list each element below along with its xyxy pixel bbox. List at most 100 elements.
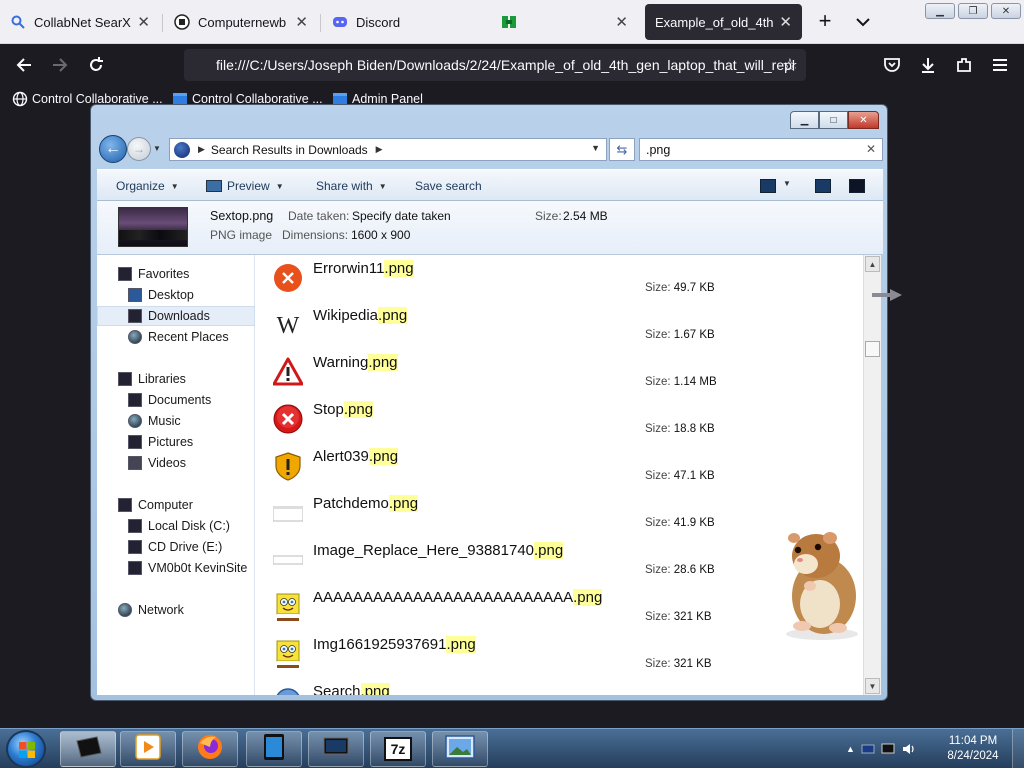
list-item[interactable]: Stop.png Size: 18.8 KB (255, 398, 863, 445)
show-desktop-button[interactable] (1012, 729, 1024, 768)
forward-button[interactable] (46, 51, 74, 79)
list-item[interactable]: W Wikipedia.png Size: 1.67 KB (255, 304, 863, 351)
tab-computernewb[interactable]: Computernewb Wiki ✕ (164, 4, 318, 40)
breadcrumb-arrow-icon[interactable]: ▶ (198, 144, 205, 155)
list-item[interactable]: Img1661925937691.png Size: 321 KB (255, 633, 863, 680)
new-tab-button[interactable]: + (812, 8, 838, 36)
url-bar[interactable]: file:///C:/Users/Joseph Biden/Downloads/… (184, 49, 806, 81)
download-icon[interactable] (914, 51, 942, 79)
close-icon[interactable]: ✕ (137, 13, 150, 31)
error-circle-icon (273, 263, 303, 293)
list-item[interactable]: Image_Replace_Here_93881740.png Size: 28… (255, 539, 863, 586)
menu-icon[interactable] (986, 51, 1014, 79)
taskbar-tablet[interactable] (246, 731, 302, 767)
share-with-button[interactable]: Share with ▼ (316, 179, 387, 193)
tab-active-image[interactable]: Example_of_old_4th_gen_laptop ✕ (645, 4, 802, 40)
file-name: Search.png (313, 683, 390, 695)
address-text[interactable]: Search Results in Downloads (211, 143, 368, 157)
reload-button[interactable] (82, 51, 110, 79)
sidebar-item-network[interactable]: Network (97, 600, 255, 620)
maximize-button[interactable]: □ (819, 111, 848, 129)
volume-icon[interactable] (901, 742, 915, 756)
list-item[interactable]: Errorwin11.png Size: 49.7 KB (255, 257, 863, 304)
sidebar-item-videos[interactable]: Videos (97, 453, 255, 473)
taskbar-clock[interactable]: 11:04 PM 8/24/2024 (938, 734, 1008, 764)
sidebar-item-music[interactable]: Music (97, 411, 255, 431)
tab-searxng[interactable]: CollabNet SearXNG ✕ (0, 4, 160, 40)
show-hidden-icons-button[interactable]: ▲ (846, 744, 855, 754)
view-dropdown[interactable]: ▼ (783, 179, 791, 188)
details-pane: Sextop.png PNG image Date taken: Specify… (97, 201, 883, 255)
taskbar-terminal[interactable] (60, 731, 116, 767)
recent-pages-dropdown[interactable]: ▼ (153, 144, 161, 153)
sidebar-item-pictures[interactable]: Pictures (97, 432, 255, 452)
scroll-up-button[interactable]: ▲ (865, 256, 880, 272)
scroll-down-button[interactable]: ▼ (865, 678, 880, 694)
file-name: Image_Replace_Here_93881740.png (313, 542, 564, 559)
back-button[interactable] (10, 51, 38, 79)
start-button[interactable] (6, 730, 46, 768)
explorer-forward-button[interactable]: → (127, 137, 151, 161)
arrow-right-icon (872, 288, 904, 301)
close-button[interactable]: ✕ (848, 111, 879, 129)
taskbar-display[interactable] (308, 731, 364, 767)
close-icon[interactable]: ✕ (295, 13, 308, 31)
chevron-down-icon[interactable] (852, 12, 874, 32)
minimize-button[interactable]: ▁ (790, 111, 819, 129)
desktop-icon (128, 288, 142, 302)
network-drive-icon (128, 561, 142, 575)
url-text[interactable]: file:///C:/Users/Joseph Biden/Downloads/… (216, 57, 796, 73)
explorer-back-button[interactable]: ← (99, 135, 127, 163)
search-input[interactable]: .png ✕ (639, 138, 883, 161)
taskbar: 7z ▲ 11:04 PM 8/24/2024 (0, 728, 1024, 768)
sidebar-item-computer[interactable]: Computer (97, 495, 255, 515)
sidebar-item-documents[interactable]: Documents (97, 390, 255, 410)
tab-loading[interactable]: ✕ (480, 4, 638, 40)
browser-nav-bar: file:///C:/Users/Joseph Biden/Downloads/… (0, 44, 1024, 86)
sidebar-item-vm-drive[interactable]: VM0b0t KevinSite (97, 558, 255, 578)
tab-discord[interactable]: Discord (322, 4, 472, 40)
scrollbar-thumb[interactable] (865, 341, 880, 357)
list-item[interactable]: Alert039.png Size: 47.1 KB (255, 445, 863, 492)
clear-search-icon[interactable]: ✕ (866, 142, 876, 156)
network-tray-icon[interactable] (861, 742, 875, 756)
preview-button[interactable]: Preview ▼ (206, 179, 284, 193)
sidebar-item-favorites[interactable]: Favorites (97, 264, 255, 284)
sidebar-item-libraries[interactable]: Libraries (97, 369, 255, 389)
taskbar-7zip[interactable]: 7z (370, 731, 426, 767)
close-icon[interactable]: ✕ (615, 13, 628, 31)
downloads-icon (128, 309, 142, 323)
taskbar-media-player[interactable] (120, 731, 176, 767)
close-icon[interactable]: ✕ (779, 13, 792, 31)
bookmark-star-icon[interactable]: ☆ (780, 55, 800, 75)
search-query[interactable]: .png (646, 143, 670, 157)
sidebar-item-downloads[interactable]: Downloads (97, 306, 255, 326)
refresh-button[interactable]: ⇆ (609, 138, 635, 161)
restore-button[interactable]: ❐ (958, 3, 988, 19)
list-item[interactable]: AAAAAAAAAAAAAAAAAAAAAAAAAA.png Size: 321… (255, 586, 863, 633)
list-item[interactable]: Search.png (255, 680, 863, 695)
close-window-button[interactable]: ✕ (991, 3, 1021, 19)
address-dropdown-icon[interactable]: ▼ (591, 143, 600, 153)
sidebar-item-recent-places[interactable]: Recent Places (97, 327, 255, 347)
change-view-icon[interactable] (760, 179, 776, 193)
address-bar[interactable]: ▶ Search Results in Downloads ▶ ▼ (169, 138, 607, 161)
taskbar-firefox[interactable] (182, 731, 238, 767)
sidebar-item-local-disk[interactable]: Local Disk (C:) (97, 516, 255, 536)
date-taken-value[interactable]: Specify date taken (352, 209, 451, 223)
help-icon[interactable] (849, 179, 865, 193)
save-search-button[interactable]: Save search (415, 179, 482, 193)
preview-pane-icon[interactable] (815, 179, 831, 193)
organize-button[interactable]: Organize ▼ (116, 179, 179, 193)
taskbar-image-viewer[interactable] (432, 731, 488, 767)
breadcrumb-arrow-icon[interactable]: ▶ (376, 144, 383, 155)
display-tray-icon[interactable] (881, 742, 895, 756)
minimize-button[interactable]: ▁ (925, 3, 955, 19)
list-item[interactable]: Warning.png Size: 1.14 MB (255, 351, 863, 398)
sidebar-item-desktop[interactable]: Desktop (97, 285, 255, 305)
extensions-icon[interactable] (950, 51, 978, 79)
sidebar-item-cd-drive[interactable]: CD Drive (E:) (97, 537, 255, 557)
list-item[interactable]: Patchdemo.png Size: 41.9 KB (255, 492, 863, 539)
pocket-icon[interactable] (878, 51, 906, 79)
music-icon (128, 414, 142, 428)
